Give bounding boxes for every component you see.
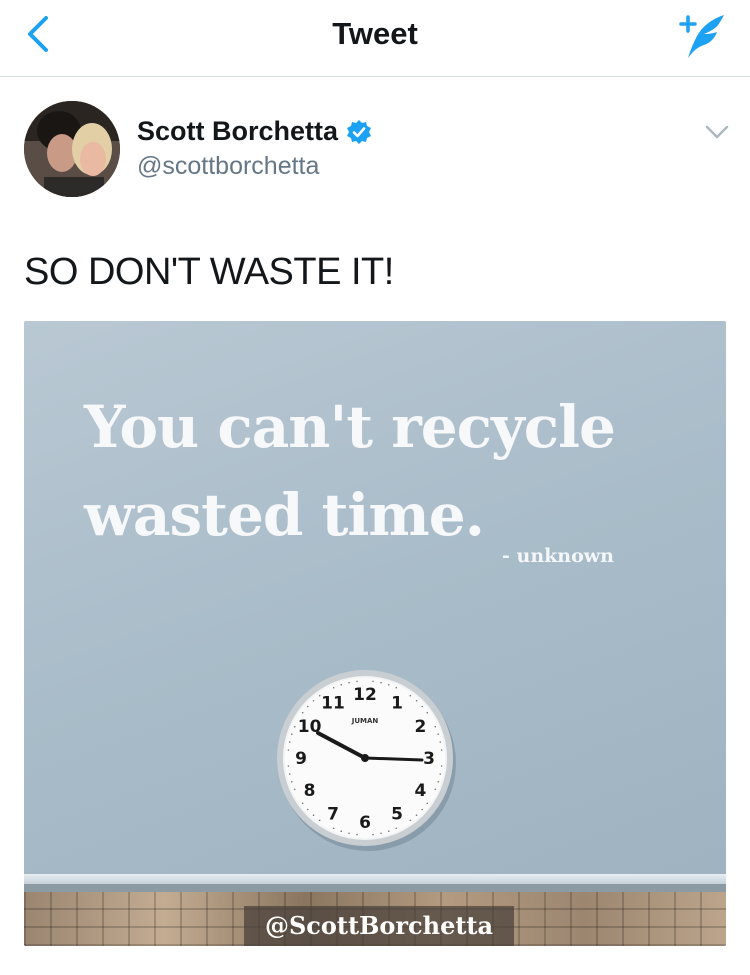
clock-tick — [301, 802, 304, 805]
clock-tick — [293, 788, 296, 791]
verified-badge-icon — [347, 119, 372, 144]
clock-tick — [288, 741, 291, 743]
wall-rail — [24, 874, 726, 884]
clock-tick — [426, 711, 429, 714]
clock-tick — [388, 684, 390, 686]
clock-numeral: 8 — [304, 781, 316, 801]
clock-tick — [437, 733, 439, 735]
clock-tick — [312, 814, 315, 816]
clock-tick — [348, 832, 350, 835]
clock-tick — [434, 725, 437, 728]
clock-tick — [409, 819, 412, 822]
clock-tick — [421, 705, 423, 708]
clock-brand-label: JUMAN — [351, 717, 379, 725]
clock-tick — [439, 773, 442, 775]
chevron-down-icon[interactable] — [704, 122, 730, 142]
clock-tick — [372, 680, 374, 683]
clock-tick — [291, 781, 293, 783]
clock-tick — [395, 827, 398, 830]
clock-tick — [301, 711, 304, 714]
clock-tick — [332, 686, 335, 689]
author-name[interactable]: Scott Borchetta — [137, 116, 338, 147]
author-handle[interactable]: @scottborchetta — [137, 152, 319, 181]
clock-tick — [356, 680, 358, 683]
media-quote-text: You can't recycle wasted time. — [84, 393, 616, 549]
clock-tick — [307, 705, 309, 708]
clock-tick — [388, 830, 390, 832]
author-avatar[interactable] — [24, 101, 120, 197]
clock-numeral: 11 — [321, 694, 345, 714]
clock-numeral: 6 — [359, 813, 371, 833]
clock-tick — [288, 773, 291, 775]
clock-numeral: 9 — [295, 749, 307, 769]
navigation-bar: Tweet — [0, 0, 750, 77]
clock-tick — [421, 808, 423, 811]
tweet-media-image[interactable]: You can't recycle wasted time. - unknown… — [24, 321, 726, 946]
clock-tick — [340, 830, 342, 832]
clock-numeral: 3 — [423, 749, 435, 769]
tweet-text: SO DON'T WASTE IT! — [24, 251, 394, 293]
clock-tick — [312, 700, 315, 702]
clock-tick — [439, 741, 442, 743]
wall-rail-shadow — [24, 884, 726, 892]
clock-tick — [293, 725, 296, 728]
clock-tick — [287, 765, 290, 767]
clock-tick — [434, 788, 437, 791]
media-watermark: @ScottBorchetta — [244, 906, 514, 946]
clock-tick — [318, 819, 321, 822]
clock-tick — [415, 814, 418, 816]
clock-numeral: 2 — [414, 717, 426, 737]
clock-numeral: 12 — [353, 685, 377, 705]
clock-tick — [348, 681, 350, 684]
clock-numeral: 5 — [391, 804, 403, 824]
clock-tick — [440, 765, 443, 767]
clock-numeral: 7 — [327, 804, 339, 824]
clock-tick — [415, 700, 418, 702]
clock-tick — [409, 694, 412, 697]
author-name-row: Scott Borchetta — [137, 116, 372, 147]
wall-clock-icon: 12 1234567891011 JUMAN — [277, 670, 456, 851]
clock-tick — [307, 808, 309, 811]
clock-tick — [291, 733, 293, 735]
clock-numeral: 4 — [414, 781, 426, 801]
clock-tick — [340, 684, 342, 686]
clock-tick — [380, 681, 382, 684]
clock-tick — [356, 833, 358, 836]
clock-tick — [426, 802, 429, 805]
clock-numeral: 1 — [391, 694, 403, 714]
clock-tick — [287, 749, 290, 751]
clock-tick — [440, 749, 443, 751]
page-title: Tweet — [332, 16, 418, 51]
clock-tick — [380, 832, 382, 835]
clock-tick — [332, 827, 335, 830]
clock-tick — [395, 686, 398, 689]
media-attribution: - unknown — [502, 545, 614, 567]
compose-tweet-icon[interactable] — [674, 10, 730, 62]
clock-tick — [372, 833, 374, 836]
clock-tick — [437, 781, 439, 783]
